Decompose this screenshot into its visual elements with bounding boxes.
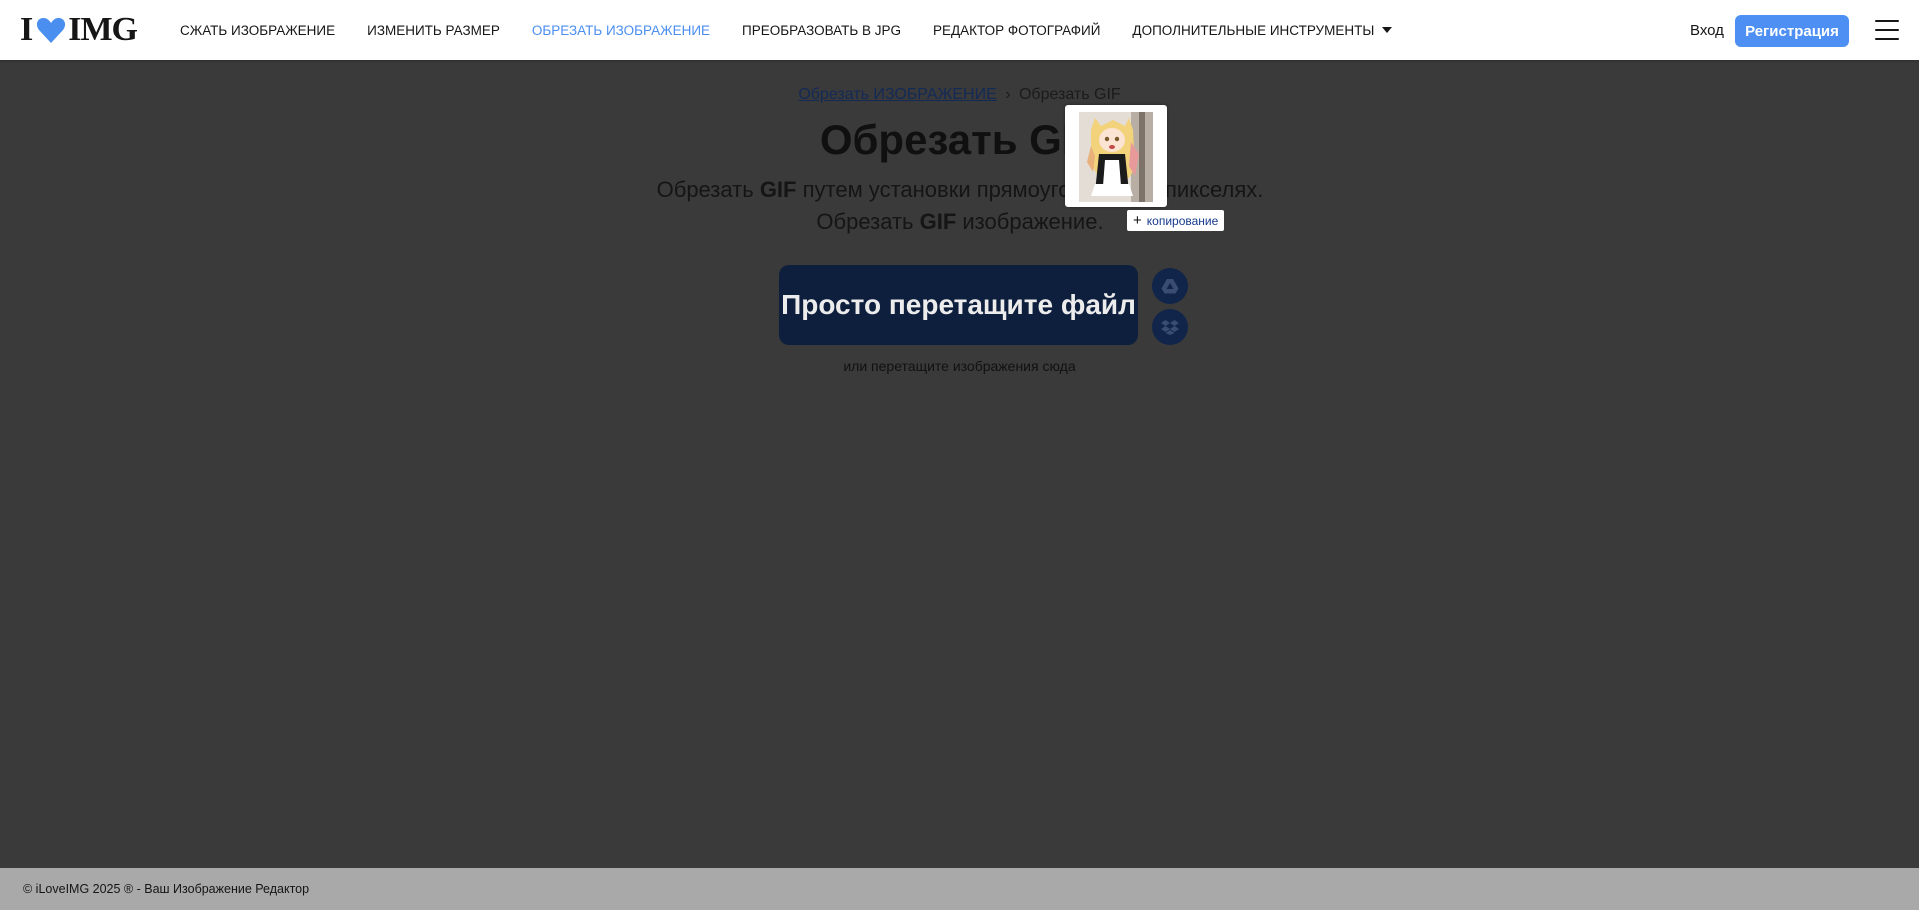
plus-icon: + bbox=[1133, 212, 1142, 229]
heart-icon bbox=[37, 18, 66, 43]
login-link[interactable]: Вход bbox=[1690, 22, 1724, 39]
top-header: I IMG СЖАТЬ ИЗОБРАЖЕНИЕ ИЗМЕНИТЬ РАЗМЕР … bbox=[0, 0, 1919, 60]
page-footer: © iLoveIMG 2025 ® - Ваш Изображение Реда… bbox=[0, 868, 1919, 910]
drag-preview-thumbnail bbox=[1065, 105, 1167, 207]
page-title: Обрезать GIF bbox=[819, 116, 1100, 163]
drop-hint-text: или перетащите изображения сюда bbox=[843, 358, 1076, 374]
drag-copy-badge: + копирование bbox=[1127, 210, 1225, 231]
nav-convert-to-jpg[interactable]: ПРЕОБРАЗОВАТЬ В JPG bbox=[742, 23, 901, 38]
nav-resize-image[interactable]: ИЗМЕНИТЬ РАЗМЕР bbox=[367, 23, 500, 38]
google-drive-button[interactable] bbox=[1152, 268, 1188, 304]
main-content: Обрезать ИЗОБРАЖЕНИЕ › Обрезать GIF Обре… bbox=[0, 60, 1919, 868]
dropbox-button[interactable] bbox=[1152, 309, 1188, 345]
logo-text-img: IMG bbox=[68, 11, 138, 48]
caret-down-icon bbox=[1382, 27, 1393, 33]
breadcrumb-current: Обрезать GIF bbox=[1018, 86, 1121, 103]
ilovimg-logo[interactable]: I IMG bbox=[20, 11, 138, 48]
hamburger-icon[interactable] bbox=[1875, 20, 1899, 40]
description-line-1: Обрезать GIF путем установки прямоугольн… bbox=[656, 177, 1264, 202]
signup-button[interactable]: Регистрация bbox=[1735, 15, 1849, 47]
anime-girl-thumbnail bbox=[1079, 112, 1153, 202]
copy-label: копирование bbox=[1146, 213, 1219, 228]
breadcrumb: Обрезать ИЗОБРАЖЕНИЕ › Обрезать GIF bbox=[0, 86, 1919, 104]
breadcrumb-separator: › bbox=[1005, 86, 1011, 103]
select-files-button[interactable]: Просто перетащите файл bbox=[779, 265, 1138, 345]
nav-more-tools-dropdown[interactable]: ДОПОЛНИТЕЛЬНЫЕ ИНСТРУМЕНТЫ bbox=[1132, 23, 1393, 38]
breadcrumb-link-crop-image[interactable]: Обрезать ИЗОБРАЖЕНИЕ bbox=[798, 86, 996, 103]
main-nav: СЖАТЬ ИЗОБРАЖЕНИЕ ИЗМЕНИТЬ РАЗМЕР ОБРЕЗА… bbox=[180, 0, 1424, 60]
logo-letter-i: I bbox=[20, 11, 33, 48]
nav-photo-editor[interactable]: РЕДАКТОР ФОТОГРАФИЙ bbox=[933, 23, 1100, 38]
dropbox-icon bbox=[1161, 320, 1179, 335]
footer-copyright: © iLoveIMG 2025 ® - Ваш Изображение Реда… bbox=[23, 882, 310, 896]
nav-compress-image[interactable]: СЖАТЬ ИЗОБРАЖЕНИЕ bbox=[180, 23, 335, 38]
nav-crop-image[interactable]: ОБРЕЗАТЬ ИЗОБРАЖЕНИЕ bbox=[532, 23, 710, 38]
google-drive-icon bbox=[1161, 279, 1179, 294]
